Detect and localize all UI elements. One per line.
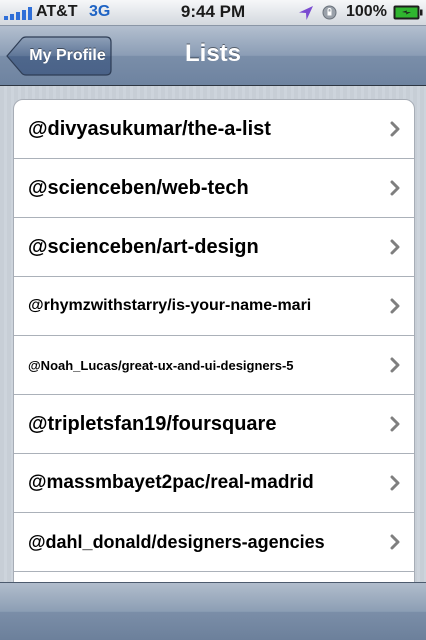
list-row-label [28, 572, 370, 582]
chevron-right-icon [390, 357, 400, 373]
list-row-label: @massmbayet2pac/real-madrid [28, 472, 314, 493]
chevron-right-icon [390, 180, 400, 196]
list-row-label: @Noah_Lucas/great-ux-and-ui-designers-5 [28, 357, 294, 373]
chevron-right-icon [390, 121, 400, 137]
rotation-lock-icon [322, 5, 337, 20]
list-row[interactable]: @divyasukumar/the-a-list [14, 100, 414, 158]
list-row-label: @dahl_donald/designers-agencies [28, 531, 325, 552]
chevron-right-icon [390, 416, 400, 432]
list-row-label: @tripletsfan19/foursquare [28, 412, 277, 435]
list-row[interactable]: @massmbayet2pac/real-madrid [14, 453, 414, 512]
list-row[interactable]: @Noah_Lucas/great-ux-and-ui-designers-5 [14, 335, 414, 394]
bottom-toolbar [0, 582, 426, 640]
lists-table: @divyasukumar/the-a-list @scienceben/web… [13, 99, 415, 582]
list-row-label: @rhymzwithstarry/is-your-name-mari [28, 297, 312, 314]
list-row-label: @divyasukumar/the-a-list [28, 117, 271, 140]
battery-percent: 100% [346, 3, 387, 20]
navigation-bar: My Profile Lists [0, 26, 426, 86]
list-row[interactable]: @rhymzwithstarry/is-your-name-mari [14, 276, 414, 335]
list-row-label: @scienceben/art-design [28, 235, 259, 258]
chevron-right-icon [390, 534, 400, 550]
list-row[interactable]: @scienceben/art-design [14, 217, 414, 276]
chevron-right-icon [390, 475, 400, 491]
location-arrow-icon [299, 6, 313, 20]
list-row[interactable]: @dahl_donald/designers-agencies [14, 512, 414, 571]
back-button[interactable]: My Profile [6, 36, 112, 76]
page-title: Lists [184, 40, 241, 67]
chevron-right-icon [390, 239, 400, 255]
status-bar: AT&T 3G 9:44 PM 100% [0, 0, 426, 26]
battery-charging-icon [393, 5, 423, 20]
back-button-label: My Profile [29, 47, 106, 64]
chevron-right-icon [390, 298, 400, 314]
list-row[interactable] [14, 571, 414, 582]
lists-content[interactable]: @divyasukumar/the-a-list @scienceben/web… [0, 86, 426, 582]
list-row[interactable]: @tripletsfan19/foursquare [14, 394, 414, 453]
list-row-label: @scienceben/web-tech [28, 176, 249, 199]
list-row[interactable]: @scienceben/web-tech [14, 158, 414, 217]
